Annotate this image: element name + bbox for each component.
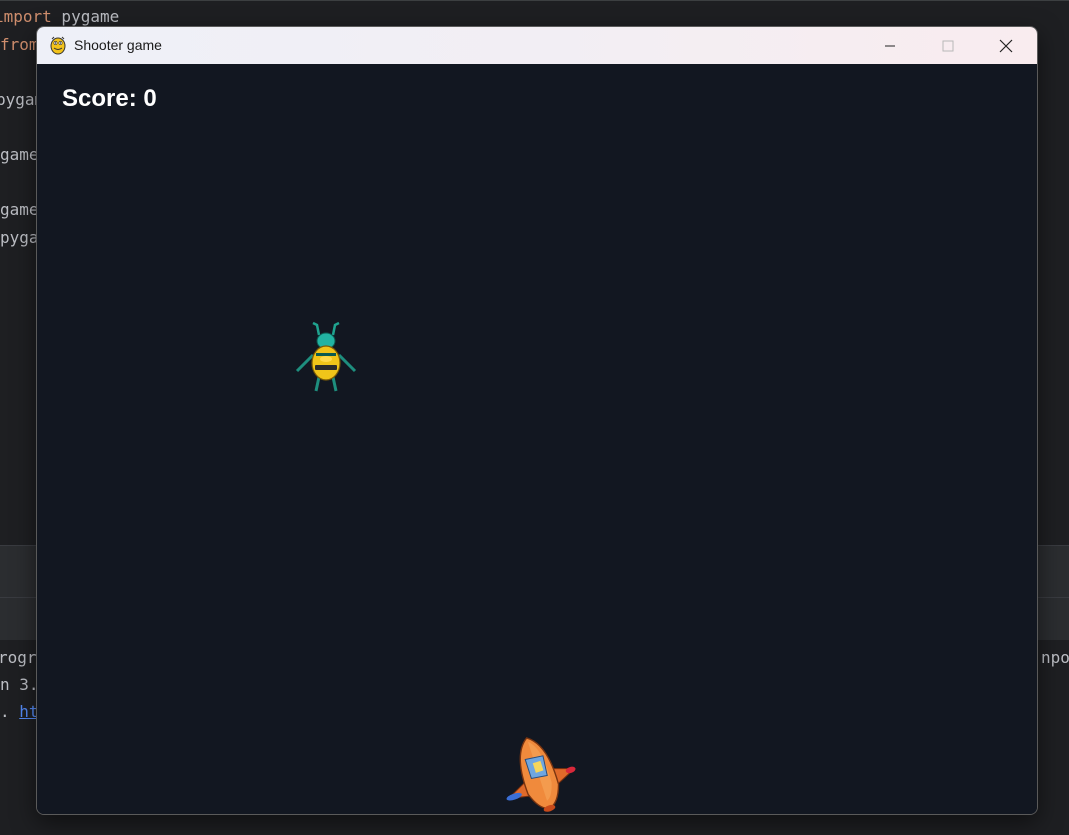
- title-bar[interactable]: Shooter game: [37, 27, 1037, 64]
- console-line: rogr: [0, 648, 37, 667]
- game-canvas[interactable]: Score: 0: [37, 64, 1037, 814]
- console-line: npo: [1041, 648, 1069, 667]
- game-window: Shooter game Score: 0: [36, 26, 1038, 815]
- console-line: . ht: [0, 702, 39, 721]
- code-line: game: [0, 200, 39, 219]
- minimize-button[interactable]: [861, 27, 919, 64]
- pygame-snake-icon: [50, 36, 66, 55]
- close-icon: [999, 39, 1013, 52]
- close-button[interactable]: [977, 27, 1035, 64]
- code-line: from: [0, 35, 39, 54]
- minimize-icon: [885, 45, 895, 46]
- score-label: Score: 0: [62, 85, 157, 112]
- maximize-icon: [942, 40, 954, 51]
- code-line: game: [0, 145, 39, 164]
- orange-spaceship-icon: [506, 737, 576, 812]
- window-title: Shooter game: [74, 37, 162, 53]
- beetle-alien-icon: [295, 321, 357, 392]
- maximize-button[interactable]: [919, 27, 977, 64]
- console-line: n 3.: [0, 675, 39, 694]
